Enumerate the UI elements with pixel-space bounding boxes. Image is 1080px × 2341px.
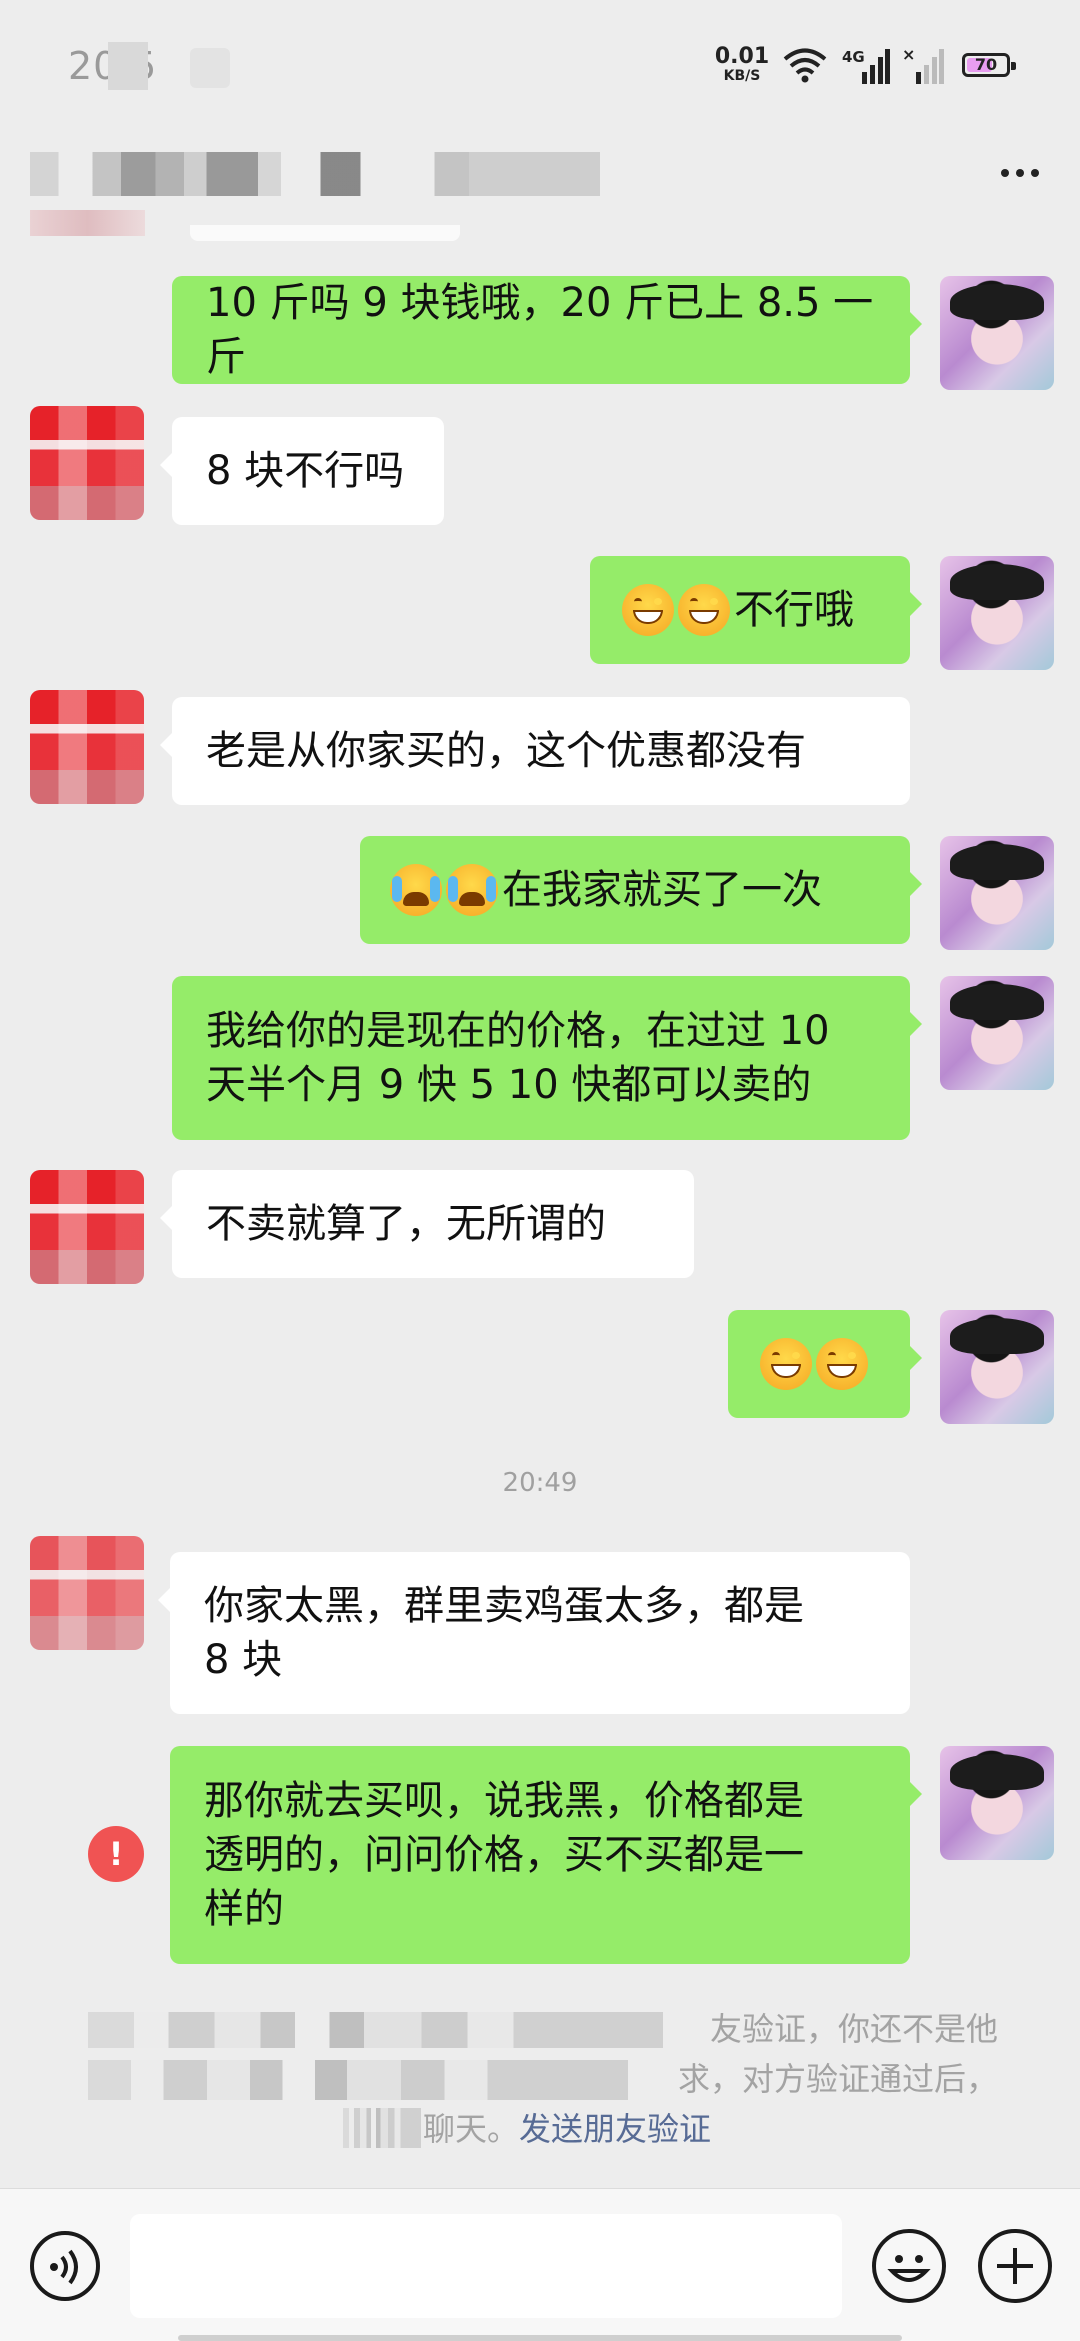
message-text: 10 斤吗 9 块钱哦，20 斤已上 8.5 一斤 (206, 280, 874, 380)
more-button[interactable] (990, 148, 1050, 198)
more-dots-icon (1001, 169, 1009, 177)
message-line: 样的 (204, 1886, 284, 1932)
message-line: 那你就去买呗，说我黑，价格都是 (204, 1778, 804, 1824)
location-icon (190, 48, 230, 88)
crying-laughing-emoji (390, 864, 442, 916)
contact-avatar[interactable] (30, 690, 144, 804)
status-bar: 20:5 0.01 KB/S 4G × 70 (0, 0, 1080, 130)
input-bar (0, 2188, 1080, 2341)
message-bubble-sent[interactable]: 那你就去买呗，说我黑，价格都是 透明的，问问价格，买不买都是一 样的 (170, 1746, 922, 1964)
contact-avatar[interactable] (30, 406, 144, 520)
message-bubble-received[interactable]: 8 块不行吗 (160, 417, 444, 525)
notice-blurred-text (88, 2060, 628, 2100)
emoji-icon (887, 2255, 931, 2282)
contact-avatar[interactable] (30, 1536, 144, 1650)
message-text: 不卖就算了，无所谓的 (206, 1201, 606, 1247)
chat-title-blurred (30, 152, 600, 196)
notice-text: 聊天。 (423, 2110, 520, 2148)
cellular-signal-2-icon: × (902, 46, 944, 84)
send-verification-link[interactable]: 发送朋友验证 (519, 2110, 711, 2148)
contact-avatar[interactable] (30, 1170, 144, 1284)
message-line: 我给你的是现在的价格，在过过 10 (206, 1008, 830, 1054)
message-text: 在我家就买了一次 (502, 867, 822, 913)
message-line: 透明的，问问价格，买不买都是一 (204, 1832, 804, 1878)
message-text: 8 块不行吗 (206, 448, 405, 494)
voice-button[interactable] (30, 2231, 100, 2301)
message-bubble-sent[interactable]: 我给你的是现在的价格，在过过 10 天半个月 9 快 5 10 快都可以卖的 (172, 976, 922, 1140)
message-bubble-received[interactable]: 不卖就算了，无所谓的 (160, 1170, 694, 1278)
my-avatar[interactable] (940, 1746, 1054, 1860)
cellular-signal-icon: 4G (842, 48, 890, 84)
crying-laughing-emoji (446, 864, 498, 916)
wifi-icon (783, 48, 827, 83)
message-line: 8 块 (204, 1637, 283, 1683)
previous-avatar-remnant (30, 210, 145, 236)
network-speed: 0.01 KB/S (712, 44, 772, 85)
message-line: 天半个月 9 快 5 10 快都可以卖的 (206, 1062, 812, 1108)
battery-level: 70 (974, 55, 998, 74)
my-avatar[interactable] (940, 836, 1054, 950)
plus-button[interactable] (978, 2229, 1052, 2303)
message-bubble-sent[interactable] (728, 1310, 922, 1418)
my-avatar[interactable] (940, 276, 1054, 390)
message-bubble-received[interactable]: 你家太黑，群里卖鸡蛋太多，都是 8 块 (158, 1552, 910, 1714)
network-type: 4G (842, 48, 865, 66)
battery-icon: 70 (962, 53, 1016, 77)
voice-icon (50, 2249, 78, 2285)
message-bubble-received[interactable]: 老是从你家买的，这个优惠都没有 (160, 697, 910, 805)
svg-text:×: × (902, 46, 915, 64)
message-bubble-sent[interactable]: 不行哦 (590, 556, 922, 664)
notice-blurred-text (343, 2108, 421, 2148)
emoji-button[interactable] (872, 2229, 946, 2303)
my-avatar[interactable] (940, 1310, 1054, 1424)
message-text: 老是从你家买的，这个优惠都没有 (206, 728, 806, 774)
notice-blurred-text (88, 2012, 663, 2048)
status-time-blur (108, 42, 148, 90)
notice-text: 求，对方验证通过后， (677, 2060, 998, 2098)
previous-bubble-remnant (190, 225, 460, 241)
grinning-face-emoji (760, 1338, 812, 1390)
send-failed-icon[interactable]: ! (88, 1826, 144, 1882)
message-bubble-sent[interactable]: 在我家就买了一次 (360, 836, 922, 944)
message-bubble-sent[interactable]: 10 斤吗 9 块钱哦，20 斤已上 8.5 一斤 (172, 276, 922, 384)
grinning-face-emoji (816, 1338, 868, 1390)
network-speed-value: 0.01 (714, 44, 770, 69)
home-indicator[interactable] (178, 2335, 902, 2341)
my-avatar[interactable] (940, 976, 1054, 1090)
message-text: 不行哦 (734, 587, 854, 633)
message-input[interactable] (130, 2214, 842, 2318)
notice-text: 友验证，你还不是他 (709, 2010, 998, 2048)
grinning-face-emoji (678, 584, 730, 636)
grinning-face-emoji (622, 584, 674, 636)
chat-timestamp: 20:49 (502, 1468, 578, 1498)
my-avatar[interactable] (940, 556, 1054, 670)
message-line: 你家太黑，群里卖鸡蛋太多，都是 (204, 1583, 804, 1629)
network-speed-unit: KB/S (723, 68, 761, 84)
system-notice: 友验证，你还不是他 求，对方验证通过后， 聊天。发送朋友验证 (88, 2004, 998, 2154)
chat-header (0, 130, 1080, 230)
